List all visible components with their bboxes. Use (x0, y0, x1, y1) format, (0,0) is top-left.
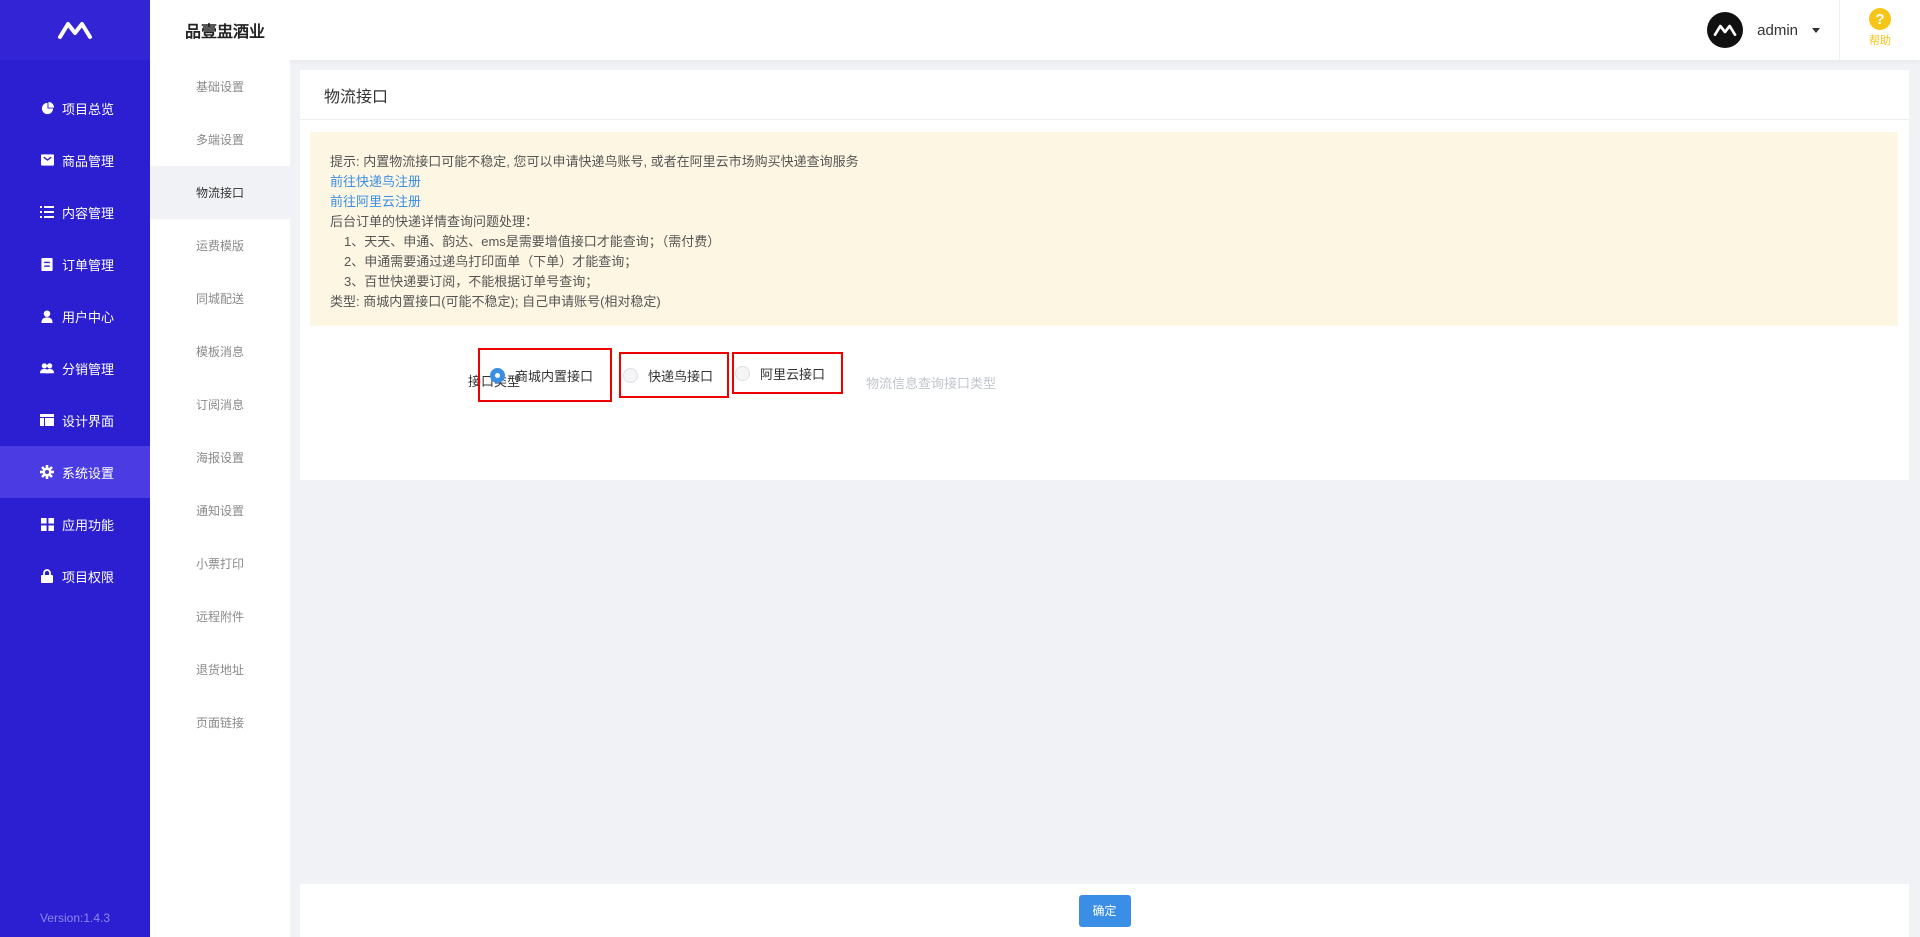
username[interactable]: admin (1757, 22, 1798, 39)
main-sidebar: 项目总览 商品管理 内容管理 订单管理 用户中心 分销管理 设计界面 系统设置 … (0, 0, 150, 937)
radio-label: 阿里云接口 (760, 366, 826, 382)
avatar[interactable] (1707, 12, 1744, 48)
sidebar-item-label: 系统设置 (62, 465, 115, 481)
subnav-item-local-delivery[interactable]: 同城配送 (150, 272, 290, 325)
sidebar-item-users[interactable]: 用户中心 (0, 290, 150, 342)
sidebar-item-distribution[interactable]: 分销管理 (0, 342, 150, 394)
box-icon (40, 153, 54, 167)
sidebar-item-orders[interactable]: 订单管理 (0, 238, 150, 290)
order-icon (40, 257, 54, 271)
sidebar-item-content[interactable]: 内容管理 (0, 186, 150, 238)
layout-icon (40, 413, 54, 427)
notice-item: 1、天天、申通、韵达、ems是需要增值接口才能查询；（需付费） (344, 234, 721, 249)
grid-icon (40, 517, 54, 531)
header-divider (1839, 0, 1840, 60)
subnav-item-shipping-template[interactable]: 运费模版 (150, 219, 290, 272)
help-icon: ? (1869, 8, 1891, 30)
sidebar-item-label: 内容管理 (62, 205, 115, 221)
aliyun-register-link[interactable]: 前往阿里云注册 (330, 192, 1878, 212)
interface-type-row: 接口类型 商城内置接口 快递鸟接口 阿里云接口 物流信息查询接口类型 (300, 348, 1300, 415)
subnav-item-subscribe-message[interactable]: 订阅消息 (150, 378, 290, 431)
sidebar-item-design[interactable]: 设计界面 (0, 394, 150, 446)
settings-subnav: 基础设置 多端设置 物流接口 运费模版 同城配送 模板消息 订阅消息 海报设置 … (150, 60, 290, 937)
notice-line: 提示: 内置物流接口可能不稳定, 您可以申请快递鸟账号, 或者在阿里云市场购买快… (330, 154, 859, 169)
sidebar-item-overview[interactable]: 项目总览 (0, 82, 150, 134)
top-header: 品壹盅酒业 admin ? 帮助 (150, 0, 1920, 60)
radio-aliyun-interface[interactable]: 阿里云接口 (732, 352, 843, 394)
gear-icon (40, 465, 54, 479)
radio-unchecked-icon[interactable] (623, 367, 638, 383)
notice-item: 2、申通需要通过递鸟打印面单（下单）才能查询； (344, 254, 638, 269)
sidebar-item-label: 项目总览 (62, 101, 115, 117)
version-label: Version:1.4.3 (39, 911, 111, 925)
subnav-item-template-message[interactable]: 模板消息 (150, 325, 290, 378)
sidebar-item-label: 商品管理 (62, 153, 115, 169)
subnav-item-remote-attachment[interactable]: 远程附件 (150, 590, 290, 643)
brand-name: 品壹盅酒业 (185, 24, 266, 41)
notice-line: 类型: 商城内置接口(可能不稳定); 自己申请账号(相对稳定) (330, 294, 661, 309)
kdniao-register-link[interactable]: 前往快递鸟注册 (330, 172, 1878, 192)
pie-chart-icon (40, 101, 54, 115)
sidebar-item-products[interactable]: 商品管理 (0, 134, 150, 186)
radio-label: 商城内置接口 (515, 368, 594, 384)
subnav-item-basic[interactable]: 基础设置 (150, 60, 290, 113)
sidebar-item-label: 订单管理 (62, 257, 115, 273)
sidebar-item-permissions[interactable]: 项目权限 (0, 550, 150, 602)
subnav-item-poster[interactable]: 海报设置 (150, 431, 290, 484)
sidebar-item-label: 设计界面 (62, 413, 115, 429)
radio-checked-icon[interactable] (490, 367, 505, 383)
sidebar-item-label: 分销管理 (62, 361, 115, 377)
radio-kdniao-interface[interactable]: 快递鸟接口 (619, 352, 729, 398)
app-logo[interactable] (0, 0, 150, 60)
interface-type-hint: 物流信息查询接口类型 (866, 376, 997, 391)
help-label: 帮助 (1869, 35, 1891, 47)
notice-box: 提示: 内置物流接口可能不稳定, 您可以申请快递鸟账号, 或者在阿里云市场购买快… (310, 132, 1898, 326)
user-menu[interactable]: admin (1707, 0, 1820, 60)
subnav-item-logistics[interactable]: 物流接口 (150, 166, 290, 219)
sidebar-item-label: 用户中心 (62, 309, 115, 325)
subnav-item-return-address[interactable]: 退货地址 (150, 643, 290, 696)
help-button[interactable]: ? 帮助 (1862, 8, 1898, 48)
radio-label: 快递鸟接口 (648, 368, 714, 384)
chevron-down-icon[interactable] (1812, 27, 1820, 33)
logistics-card: 物流接口 提示: 内置物流接口可能不稳定, 您可以申请快递鸟账号, 或者在阿里云… (300, 70, 1909, 480)
notice-line: 后台订单的快递详情查询问题处理： (330, 214, 539, 229)
sidebar-nav: 项目总览 商品管理 内容管理 订单管理 用户中心 分销管理 设计界面 系统设置 … (0, 82, 150, 602)
form-footer: 确定 (300, 884, 1909, 937)
sidebar-item-label: 项目权限 (62, 569, 115, 585)
sidebar-item-label: 应用功能 (62, 517, 115, 533)
sidebar-item-apps[interactable]: 应用功能 (0, 498, 150, 550)
avatar-logo-icon (1713, 24, 1737, 36)
logo-icon (58, 22, 92, 39)
radio-unchecked-icon[interactable] (735, 365, 750, 381)
radio-builtin-interface[interactable]: 商城内置接口 (478, 348, 612, 402)
sidebar-item-settings[interactable]: 系统设置 (0, 446, 150, 498)
lock-icon (40, 569, 54, 583)
confirm-button[interactable]: 确定 (1078, 894, 1131, 927)
notice-item: 3、百世快递要订阅，不能根据订单号查询； (344, 274, 599, 289)
list-icon (40, 205, 54, 219)
subnav-item-notification[interactable]: 通知设置 (150, 484, 290, 537)
subnav-item-multi-platform[interactable]: 多端设置 (150, 113, 290, 166)
user-icon (40, 309, 54, 323)
subnav-item-page-links[interactable]: 页面链接 (150, 696, 290, 749)
users-icon (40, 361, 54, 375)
subnav-item-receipt-print[interactable]: 小票打印 (150, 537, 290, 590)
page-title: 物流接口 (300, 70, 1909, 120)
